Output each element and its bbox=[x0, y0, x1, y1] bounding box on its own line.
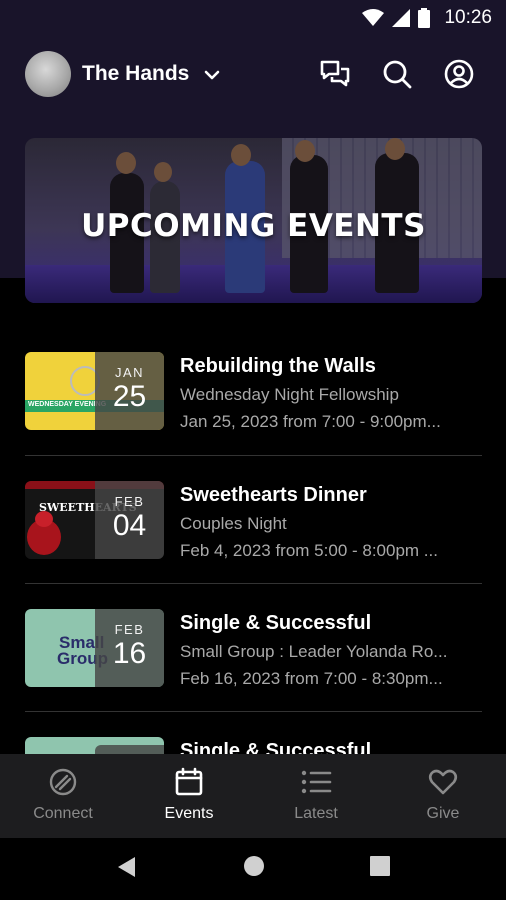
divider bbox=[25, 455, 482, 456]
event-item[interactable]: SWEETHEARTS FEB 04 Sweethearts Dinner Co… bbox=[25, 481, 482, 561]
event-time: Feb 16, 2023 from 7:00 - 8:30pm... bbox=[180, 669, 443, 688]
event-title: Sweethearts Dinner bbox=[180, 484, 367, 506]
system-navigation-bar bbox=[0, 838, 506, 900]
event-month: FEB bbox=[114, 622, 145, 637]
event-item[interactable]: Single & Successful bbox=[25, 737, 482, 754]
status-icons: 10:26 bbox=[362, 7, 492, 29]
wifi-icon bbox=[362, 9, 385, 26]
group-name[interactable]: The Hands bbox=[82, 62, 189, 86]
event-subtitle: Couples Night bbox=[180, 514, 287, 533]
app-header: The Hands bbox=[0, 48, 506, 104]
event-month: JAN bbox=[114, 365, 145, 380]
nav-label: Connect bbox=[33, 805, 93, 822]
nav-label: Events bbox=[164, 805, 214, 822]
search-icon bbox=[383, 60, 412, 89]
banner-title: UPCOMING EVENTS bbox=[81, 208, 426, 244]
event-month: FEB bbox=[114, 494, 145, 509]
banner-person-head bbox=[231, 144, 251, 166]
connect-icon bbox=[47, 766, 79, 798]
chat-button[interactable] bbox=[318, 57, 352, 91]
status-time: 10:26 bbox=[444, 7, 492, 28]
chevron-down-icon[interactable] bbox=[203, 66, 221, 84]
heart-icon bbox=[427, 766, 459, 798]
event-item[interactable]: Small Group FEB 16 Single & Successful S… bbox=[25, 609, 482, 689]
event-subtitle: Small Group : Leader Yolanda Ro... bbox=[180, 642, 448, 661]
home-icon[interactable] bbox=[243, 855, 265, 877]
list-icon bbox=[300, 766, 332, 798]
event-day: 16 bbox=[112, 637, 147, 670]
cell-signal-icon bbox=[392, 9, 411, 27]
banner-person-head bbox=[154, 162, 172, 182]
event-time: Jan 25, 2023 from 7:00 - 9:00pm... bbox=[180, 412, 441, 431]
event-date-badge: JAN 25 bbox=[95, 352, 164, 430]
event-thumbnail: SWEETHEARTS FEB 04 bbox=[25, 481, 164, 559]
group-avatar[interactable] bbox=[25, 51, 71, 97]
bottom-navigation: Connect Events Latest Give bbox=[0, 754, 506, 838]
event-item[interactable]: WEDNESDAY EVENING JAN 25 Rebuilding the … bbox=[25, 352, 482, 432]
account-icon bbox=[444, 59, 474, 89]
battery-icon bbox=[418, 8, 431, 28]
search-button[interactable] bbox=[380, 57, 414, 91]
event-thumbnail bbox=[25, 737, 164, 754]
nav-events[interactable]: Events bbox=[126, 754, 252, 838]
divider bbox=[25, 583, 482, 584]
nav-connect[interactable]: Connect bbox=[0, 754, 126, 838]
event-subtitle: Wednesday Night Fellowship bbox=[180, 385, 399, 404]
event-day: 25 bbox=[112, 380, 147, 413]
event-title: Rebuilding the Walls bbox=[180, 355, 376, 377]
upcoming-events-banner[interactable]: UPCOMING EVENTS bbox=[25, 138, 482, 303]
avatar-logo bbox=[37, 70, 59, 76]
divider bbox=[25, 711, 482, 712]
nav-give[interactable]: Give bbox=[380, 754, 506, 838]
chat-icon bbox=[320, 60, 350, 87]
event-title: Single & Successful bbox=[180, 740, 372, 754]
event-day: 04 bbox=[112, 509, 147, 542]
profile-button[interactable] bbox=[442, 57, 476, 91]
event-date-badge: FEB 16 bbox=[95, 609, 164, 687]
event-thumbnail: Small Group FEB 16 bbox=[25, 609, 164, 687]
nav-latest[interactable]: Latest bbox=[253, 754, 379, 838]
back-icon[interactable] bbox=[115, 855, 137, 879]
recents-icon[interactable] bbox=[370, 856, 390, 876]
event-thumbnail: WEDNESDAY EVENING JAN 25 bbox=[25, 352, 164, 430]
event-time: Feb 4, 2023 from 5:00 - 8:00pm ... bbox=[180, 541, 438, 560]
status-bar: 10:26 bbox=[0, 0, 506, 36]
event-title: Single & Successful bbox=[180, 612, 372, 634]
banner-person-head bbox=[385, 138, 405, 160]
nav-label: Give bbox=[426, 805, 460, 822]
event-date-badge bbox=[95, 745, 164, 754]
banner-person-head bbox=[295, 140, 315, 162]
nav-label: Latest bbox=[294, 805, 338, 822]
event-date-badge: FEB 04 bbox=[95, 481, 164, 559]
calendar-icon bbox=[173, 766, 205, 798]
banner-person-head bbox=[116, 152, 136, 174]
